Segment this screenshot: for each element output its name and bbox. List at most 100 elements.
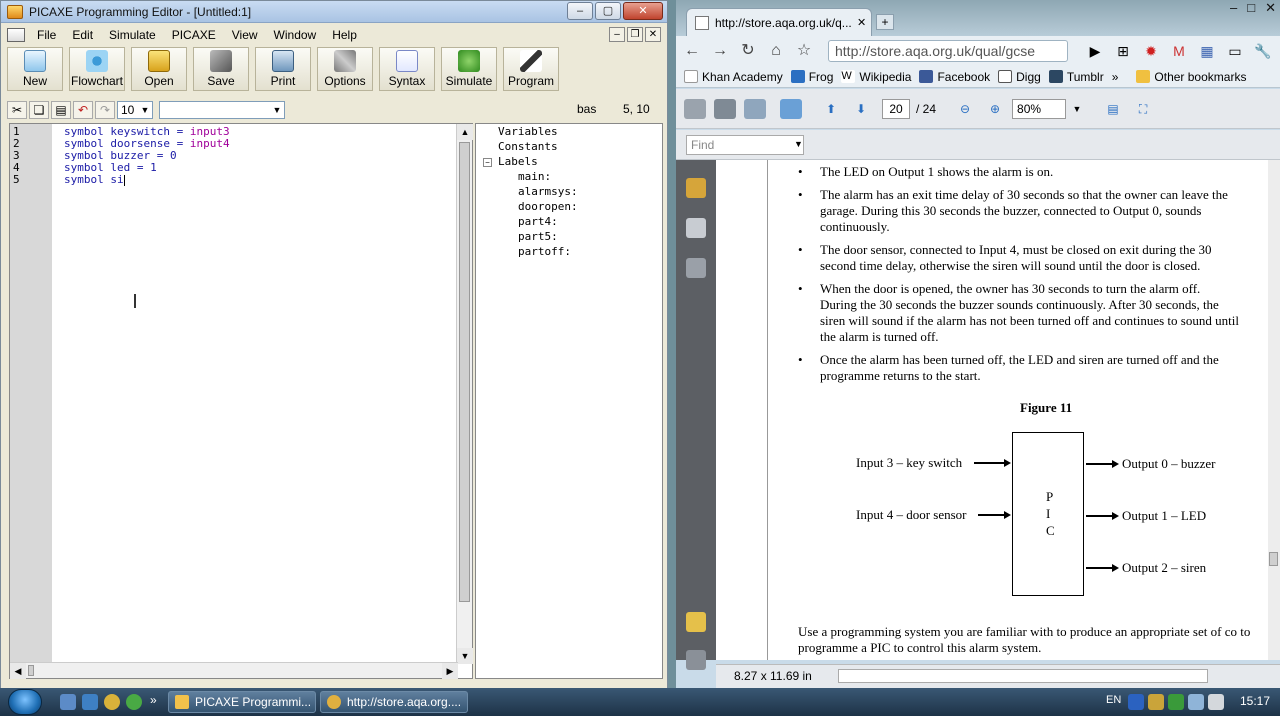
tree-label-item[interactable]: main:: [518, 169, 551, 184]
font-size-select[interactable]: 10 ▼: [117, 101, 153, 119]
tree-labels[interactable]: Labels: [498, 154, 538, 169]
collapse-icon[interactable]: −: [483, 158, 492, 167]
previous-page-icon[interactable]: ⬆: [820, 99, 842, 119]
ie-icon[interactable]: [82, 694, 98, 710]
pdf-vertical-scrollbar[interactable]: [1268, 160, 1280, 660]
doc-close-button[interactable]: ✕: [645, 27, 661, 42]
scroll-mode-icon[interactable]: ▤: [1102, 99, 1124, 119]
find-input[interactable]: Find: [686, 135, 804, 155]
zoom-out-icon[interactable]: ⊖: [954, 99, 976, 119]
address-bar[interactable]: http://store.aqa.org.uk/qual/gcse: [828, 40, 1068, 62]
next-page-icon[interactable]: ⬇: [850, 99, 872, 119]
tree-label-item[interactable]: part5:: [518, 229, 558, 244]
home-icon[interactable]: ⌂: [764, 40, 788, 62]
tree-label-item[interactable]: part4:: [518, 214, 558, 229]
go-icon[interactable]: ▶: [1084, 40, 1106, 62]
export-icon[interactable]: [744, 98, 766, 119]
wrench-icon[interactable]: 🔧: [1252, 40, 1274, 62]
scroll-thumb[interactable]: [459, 142, 470, 602]
scroll-thumb[interactable]: [28, 665, 34, 676]
lock-icon[interactable]: [686, 178, 706, 198]
tree-label-item[interactable]: alarmsys:: [518, 184, 578, 199]
save-icon[interactable]: [714, 98, 736, 119]
tree-label-item[interactable]: dooropen:: [518, 199, 578, 214]
document-icon[interactable]: [7, 28, 25, 42]
fit-page-icon[interactable]: ⛶: [1132, 99, 1154, 119]
comment-icon[interactable]: [686, 612, 706, 632]
scroll-down-icon[interactable]: ▼: [457, 648, 473, 664]
page-menu-icon[interactable]: ▭: [1224, 40, 1246, 62]
menu-edit[interactable]: Edit: [64, 28, 101, 42]
cut-icon[interactable]: ✂: [7, 101, 27, 119]
program-button[interactable]: Program: [503, 47, 559, 91]
taskbar-item-chrome[interactable]: http://store.aqa.org....: [320, 691, 468, 713]
forward-icon[interactable]: →: [708, 40, 732, 62]
editor-vertical-scrollbar[interactable]: ▲ ▼: [456, 124, 473, 664]
zoom-in-icon[interactable]: ⊕: [984, 99, 1006, 119]
network-icon[interactable]: [1188, 694, 1204, 710]
save-button[interactable]: Save: [193, 47, 249, 91]
menu-window[interactable]: Window: [266, 28, 325, 42]
maximize-button[interactable]: ▢: [595, 2, 621, 20]
close-button[interactable]: ✕: [1265, 0, 1276, 16]
more-bookmarks-icon[interactable]: »: [1112, 70, 1119, 84]
chrome-icon[interactable]: [104, 694, 120, 710]
new-tab-button[interactable]: +: [876, 14, 894, 30]
gmail-icon[interactable]: M: [1168, 40, 1190, 62]
browser-tab[interactable]: http://store.aqa.org.uk/q... ✕: [686, 8, 872, 36]
more-quicklaunch-icon[interactable]: »: [150, 693, 157, 707]
clock[interactable]: 15:17: [1240, 694, 1270, 708]
bookmark-star-icon[interactable]: ☆: [792, 40, 816, 62]
scroll-up-icon[interactable]: ▲: [457, 124, 473, 140]
security-icon[interactable]: [1168, 694, 1184, 710]
copy-icon[interactable]: ❏: [29, 101, 49, 119]
extension-bug-icon[interactable]: ✹: [1140, 40, 1162, 62]
back-icon[interactable]: ←: [680, 40, 704, 62]
bookmark-wikipedia[interactable]: W Wikipedia: [841, 70, 911, 84]
menu-view[interactable]: View: [224, 28, 266, 42]
minimize-button[interactable]: –: [567, 2, 593, 20]
undo-icon[interactable]: ↶: [73, 101, 93, 119]
simulate-button[interactable]: Simulate: [441, 47, 497, 91]
tree-label-item[interactable]: partoff:: [518, 244, 571, 259]
chevron-down-icon[interactable]: ▼: [794, 139, 803, 149]
input-language[interactable]: EN: [1106, 694, 1121, 706]
zoom-select[interactable]: 80%: [1012, 98, 1067, 119]
code-editor[interactable]: 1 2 3 4 5 symbol keyswitch = input3 symb…: [9, 123, 473, 679]
attachments-icon[interactable]: [686, 258, 706, 278]
picaxe-titlebar[interactable]: PICAXE Programming Editor - [Untitled:1]…: [1, 1, 667, 23]
redo-icon[interactable]: ↷: [95, 101, 115, 119]
collaborate-icon[interactable]: [780, 98, 802, 119]
menu-simulate[interactable]: Simulate: [101, 28, 164, 42]
tray-app-icon[interactable]: [1148, 694, 1164, 710]
menu-help[interactable]: Help: [324, 28, 365, 42]
tree-variables[interactable]: Variables: [498, 124, 558, 139]
minimize-button[interactable]: –: [1230, 0, 1237, 16]
code-line[interactable]: symbol si: [64, 174, 125, 186]
scroll-right-icon[interactable]: ▶: [442, 663, 458, 679]
syntax-button[interactable]: Syntax: [379, 47, 435, 91]
scroll-left-icon[interactable]: ◀: [10, 663, 26, 679]
editor-horizontal-scrollbar[interactable]: ◀ ▶: [10, 662, 458, 679]
calendar-icon[interactable]: ▦: [1196, 40, 1218, 62]
paperclip-icon[interactable]: [686, 650, 706, 670]
page-number-input[interactable]: 20: [882, 98, 910, 119]
paste-icon[interactable]: ▤: [51, 101, 71, 119]
bookmark-frog[interactable]: Frog: [790, 70, 833, 84]
bluetooth-icon[interactable]: [1128, 694, 1144, 710]
bookmark-khan-academy[interactable]: Khan Academy: [684, 70, 783, 84]
maximize-button[interactable]: □: [1247, 0, 1255, 16]
print-icon[interactable]: [684, 98, 706, 119]
scroll-thumb[interactable]: [1269, 552, 1278, 566]
font-name-select[interactable]: ▼: [159, 101, 285, 119]
chevron-down-icon[interactable]: ▼: [1066, 99, 1088, 119]
bookmark-digg[interactable]: Digg: [998, 70, 1041, 84]
show-desktop-icon[interactable]: [60, 694, 76, 710]
spotify-icon[interactable]: [126, 694, 142, 710]
new-button[interactable]: New: [7, 47, 63, 91]
doc-restore-button[interactable]: ❐: [627, 27, 643, 42]
options-button[interactable]: Options: [317, 47, 373, 91]
volume-icon[interactable]: [1208, 694, 1224, 710]
close-button[interactable]: ✕: [623, 2, 663, 20]
taskbar-item-picaxe[interactable]: PICAXE Programmi...: [168, 691, 316, 713]
